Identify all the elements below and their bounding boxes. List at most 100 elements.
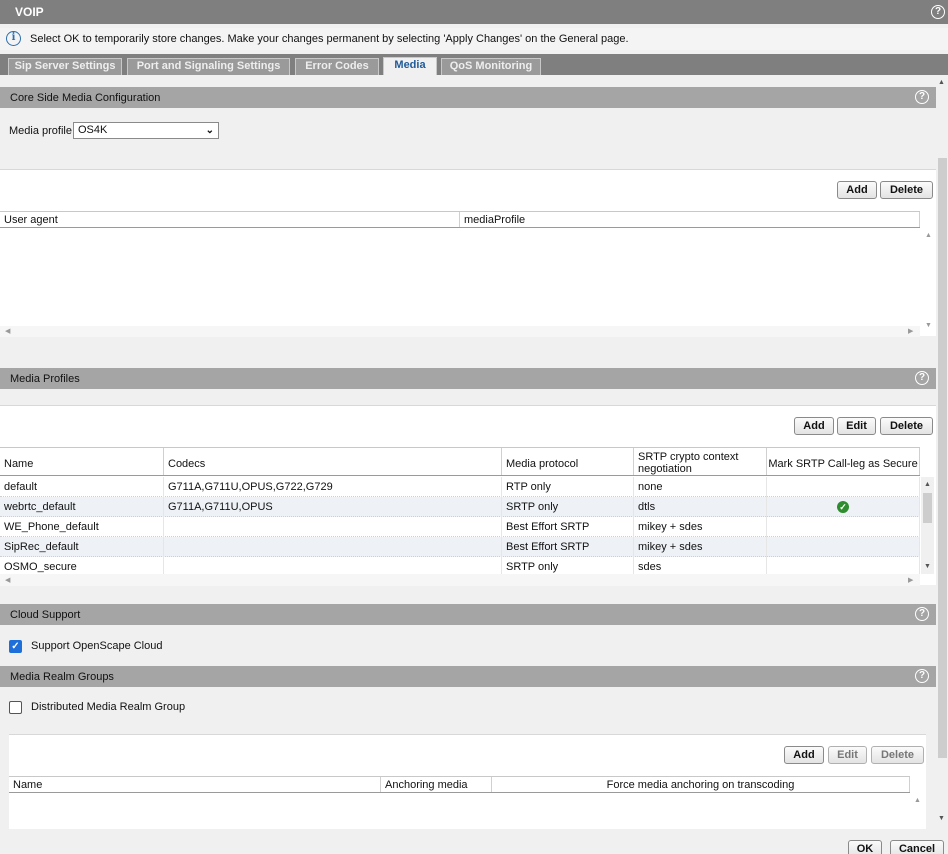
scroll-right-icon[interactable]: ▶ (908, 576, 913, 584)
cell-protocol: SRTP only (502, 497, 634, 517)
cell-codecs (164, 557, 502, 574)
help-icon[interactable]: ? (915, 607, 929, 621)
media-profile-select[interactable]: OS4K ⌄ (73, 122, 219, 139)
edit-realm-group-button[interactable]: Edit (828, 746, 867, 764)
cell-codecs (164, 537, 502, 557)
cell-codecs (164, 517, 502, 537)
section-title: Cloud Support (10, 609, 81, 621)
table-row[interactable]: WE_Phone_default Best Effort SRTP mikey … (0, 517, 920, 537)
title-bar: VOIP ? (0, 0, 948, 24)
column-header-name[interactable]: Name (0, 448, 164, 475)
media-profiles-section-header: Media Profiles ? (0, 368, 936, 389)
chevron-down-icon: ⌄ (205, 125, 214, 136)
support-openscape-cloud-label: Support OpenScape Cloud (31, 640, 163, 652)
cell-name: WE_Phone_default (0, 517, 164, 537)
cell-srtp: mikey + sdes (634, 517, 767, 537)
cell-secure (767, 557, 920, 574)
add-media-profile-button[interactable]: Add (794, 417, 834, 435)
realm-groups-panel: Add Edit Delete Name Anchoring media For… (9, 734, 926, 829)
table-row[interactable]: webrtc_default G711A,G711U,OPUS SRTP onl… (0, 497, 920, 517)
table-row[interactable]: OSMO_secure SRTP only sdes (0, 557, 920, 574)
distributed-realm-group-label: Distributed Media Realm Group (31, 701, 186, 713)
cell-name: OSMO_secure (0, 557, 164, 574)
user-agent-panel: Add Delete User agent mediaProfile ▲ ▼ ◀… (0, 169, 936, 337)
column-header-srtp-negotiation[interactable]: SRTP crypto context negotiation (634, 448, 767, 475)
scroll-right-icon[interactable]: ▶ (908, 327, 913, 335)
scroll-left-icon[interactable]: ◀ (5, 576, 10, 584)
table-row[interactable]: SipRec_default Best Effort SRTP mikey + … (0, 537, 920, 557)
scroll-down-icon[interactable]: ▼ (924, 563, 931, 570)
cell-protocol: Best Effort SRTP (502, 537, 634, 557)
distributed-realm-group-checkbox[interactable] (9, 701, 22, 714)
table-row[interactable]: default G711A,G711U,OPUS,G722,G729 RTP o… (0, 477, 920, 497)
help-icon[interactable]: ? (931, 5, 945, 19)
delete-user-agent-button[interactable]: Delete (880, 181, 933, 199)
media-realm-groups-section-header: Media Realm Groups ? (0, 666, 936, 687)
scroll-down-icon[interactable]: ▼ (925, 322, 932, 329)
tab-strip: Sip Server Settings Port and Signaling S… (0, 54, 948, 75)
help-icon[interactable]: ? (915, 371, 929, 385)
scroll-up-icon[interactable]: ▲ (938, 79, 945, 86)
tab-media[interactable]: Media (383, 57, 437, 75)
cell-srtp: dtls (634, 497, 767, 517)
info-icon: i (6, 31, 21, 46)
column-header-media-protocol[interactable]: Media protocol (502, 448, 634, 475)
section-title: Media Realm Groups (10, 671, 114, 683)
cell-srtp: none (634, 477, 767, 497)
scroll-down-icon[interactable]: ▼ (938, 815, 945, 822)
support-openscape-cloud-checkbox[interactable]: ✓ (9, 640, 22, 653)
delete-realm-group-button[interactable]: Delete (871, 746, 924, 764)
cell-codecs: G711A,G711U,OPUS,G722,G729 (164, 477, 502, 497)
add-user-agent-button[interactable]: Add (837, 181, 877, 199)
media-profiles-table-body: default G711A,G711U,OPUS,G722,G729 RTP o… (0, 477, 920, 574)
column-header-force-anchoring[interactable]: Force media anchoring on transcoding (492, 777, 910, 792)
tab-qos-monitoring[interactable]: QoS Monitoring (441, 58, 541, 75)
cell-protocol: SRTP only (502, 557, 634, 574)
cell-name: default (0, 477, 164, 497)
cancel-button[interactable]: Cancel (890, 840, 944, 854)
cell-name: webrtc_default (0, 497, 164, 517)
section-title: Media Profiles (10, 373, 80, 385)
section-title: Core Side Media Configuration (10, 92, 161, 104)
horizontal-scrollbar[interactable]: ◀ ▶ (0, 326, 920, 337)
tab-port-and-signaling-settings[interactable]: Port and Signaling Settings (127, 58, 290, 75)
cell-srtp: sdes (634, 557, 767, 574)
add-realm-group-button[interactable]: Add (784, 746, 824, 764)
help-icon[interactable]: ? (915, 90, 929, 104)
scroll-up-icon[interactable]: ▲ (925, 232, 932, 239)
tab-sip-server-settings[interactable]: Sip Server Settings (8, 58, 122, 75)
help-icon[interactable]: ? (915, 669, 929, 683)
column-header-media-profile[interactable]: mediaProfile (460, 212, 920, 227)
ok-button[interactable]: OK (848, 840, 882, 854)
scroll-left-icon[interactable]: ◀ (5, 327, 10, 335)
column-header-user-agent[interactable]: User agent (0, 212, 460, 227)
check-circle-icon: ✓ (837, 501, 849, 513)
cell-srtp: mikey + sdes (634, 537, 767, 557)
scrollbar-thumb[interactable] (938, 158, 947, 758)
cell-secure (767, 517, 920, 537)
table-vertical-scrollbar[interactable]: ▲ ▼ (921, 477, 934, 574)
column-header-mark-secure[interactable]: Mark SRTP Call-leg as Secure (767, 448, 920, 475)
cell-secure (767, 477, 920, 497)
cell-codecs: G711A,G711U,OPUS (164, 497, 502, 517)
tab-error-codes[interactable]: Error Codes (295, 58, 379, 75)
cell-protocol: RTP only (502, 477, 634, 497)
media-profile-value: OS4K (78, 124, 108, 136)
scroll-up-icon[interactable]: ▲ (914, 797, 921, 804)
window-title: VOIP (15, 5, 44, 19)
column-header-name[interactable]: Name (9, 777, 381, 792)
cloud-support-section-header: Cloud Support ? (0, 604, 936, 625)
media-profile-label: Media profile (9, 125, 72, 137)
column-header-codecs[interactable]: Codecs (164, 448, 502, 475)
content-area: Core Side Media Configuration ? Media pr… (0, 75, 936, 829)
edit-media-profile-button[interactable]: Edit (837, 417, 876, 435)
page-vertical-scrollbar[interactable]: ▲ ▼ (936, 75, 948, 829)
scrollbar-thumb[interactable] (923, 493, 932, 523)
column-header-anchoring-media[interactable]: Anchoring media (381, 777, 492, 792)
user-agent-table-header: User agent mediaProfile (0, 211, 920, 228)
horizontal-scrollbar[interactable]: ◀ ▶ (0, 574, 920, 586)
delete-media-profile-button[interactable]: Delete (880, 417, 933, 435)
cell-secure: ✓ (767, 497, 920, 517)
media-profiles-table-header: Name Codecs Media protocol SRTP crypto c… (0, 447, 920, 476)
scroll-up-icon[interactable]: ▲ (924, 481, 931, 488)
